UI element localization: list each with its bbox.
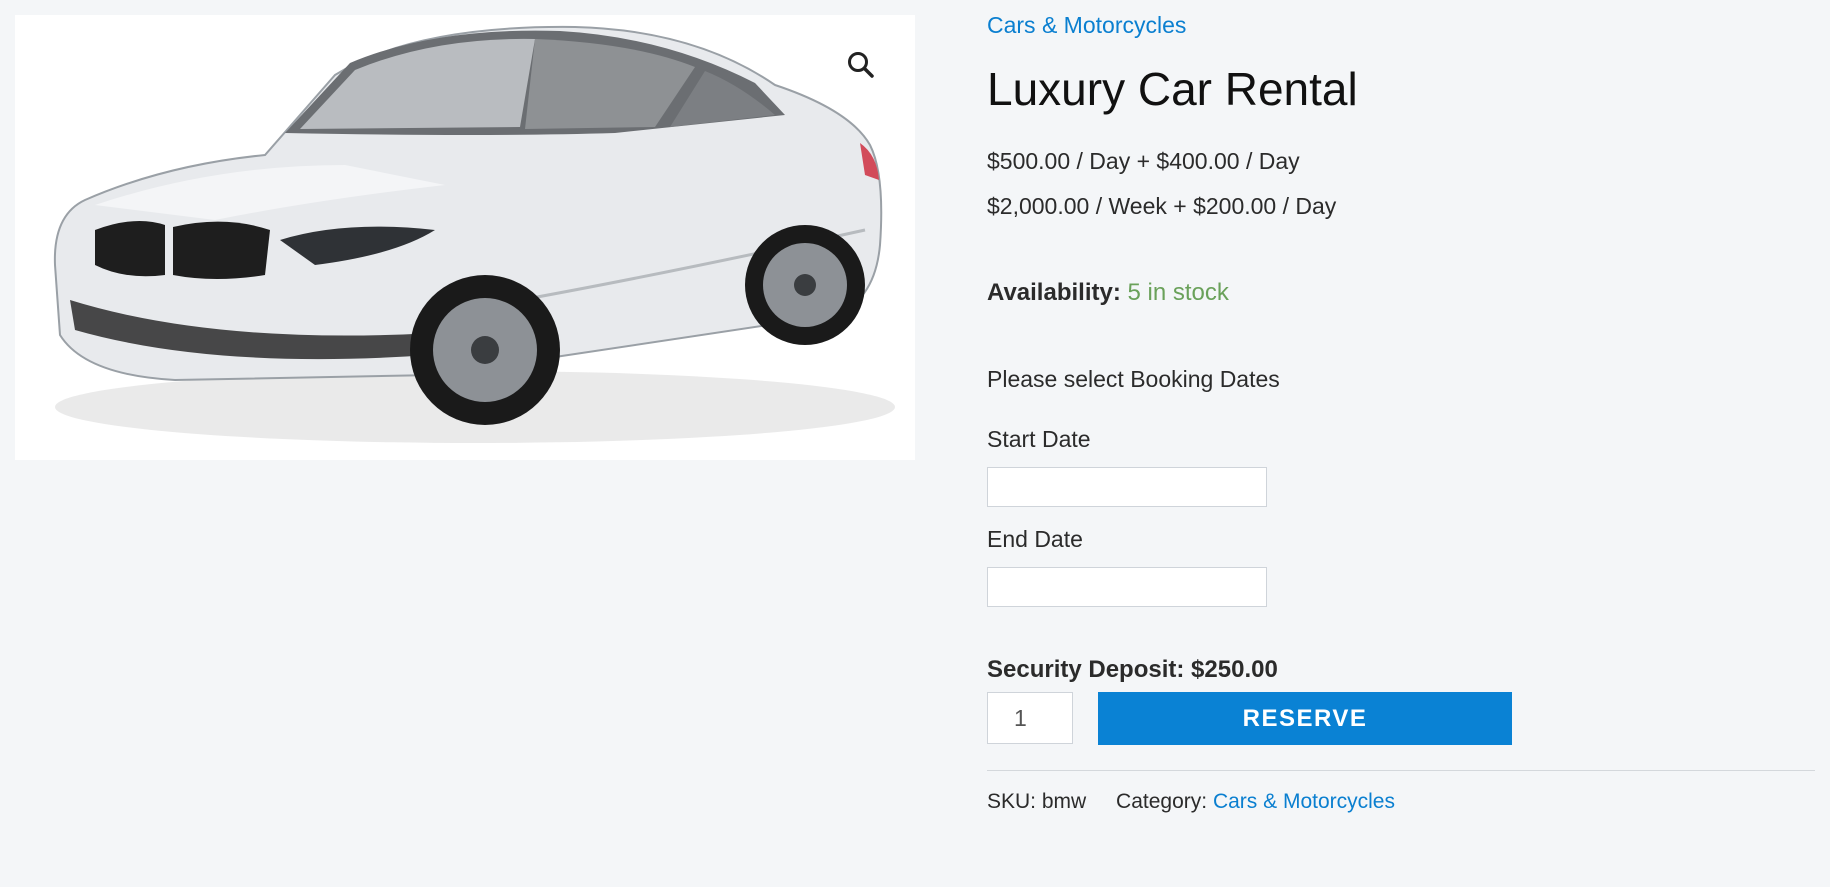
reserve-button[interactable]: RESERVE — [1098, 692, 1512, 745]
price-daily: $500.00 / Day + $400.00 / Day — [987, 148, 1300, 174]
product-meta: SKU: bmw Category: Cars & Motorcycles — [987, 790, 1395, 814]
product-image-car[interactable] — [15, 15, 915, 460]
divider — [987, 770, 1815, 771]
sku-label: SKU: — [987, 790, 1037, 813]
security-deposit: Security Deposit: $250.00 — [987, 656, 1278, 683]
sku: SKU: bmw — [987, 790, 1092, 813]
category: Category: Cars & Motorcycles — [1116, 790, 1395, 813]
category-label: Category: — [1116, 790, 1208, 813]
start-date-input[interactable] — [987, 467, 1267, 507]
zoom-button[interactable] — [841, 45, 881, 85]
price-weekly: $2,000.00 / Week + $200.00 / Day — [987, 193, 1337, 219]
product-title: Luxury Car Rental — [987, 63, 1358, 115]
product-gallery — [15, 15, 915, 460]
quantity-input[interactable] — [987, 692, 1073, 744]
end-date-input[interactable] — [987, 567, 1267, 607]
availability-label: Availability: — [987, 279, 1121, 306]
end-date-label: End Date — [987, 526, 1083, 552]
magnifier-icon — [848, 52, 874, 78]
stock-status: 5 in stock — [1127, 279, 1229, 306]
booking-dates-note: Please select Booking Dates — [987, 366, 1280, 392]
availability: Availability: 5 in stock — [987, 279, 1229, 307]
category-value-link[interactable]: Cars & Motorcycles — [1213, 790, 1395, 813]
start-date-label: Start Date — [987, 426, 1091, 452]
category-link[interactable]: Cars & Motorcycles — [987, 12, 1186, 39]
sku-value: bmw — [1041, 790, 1087, 813]
